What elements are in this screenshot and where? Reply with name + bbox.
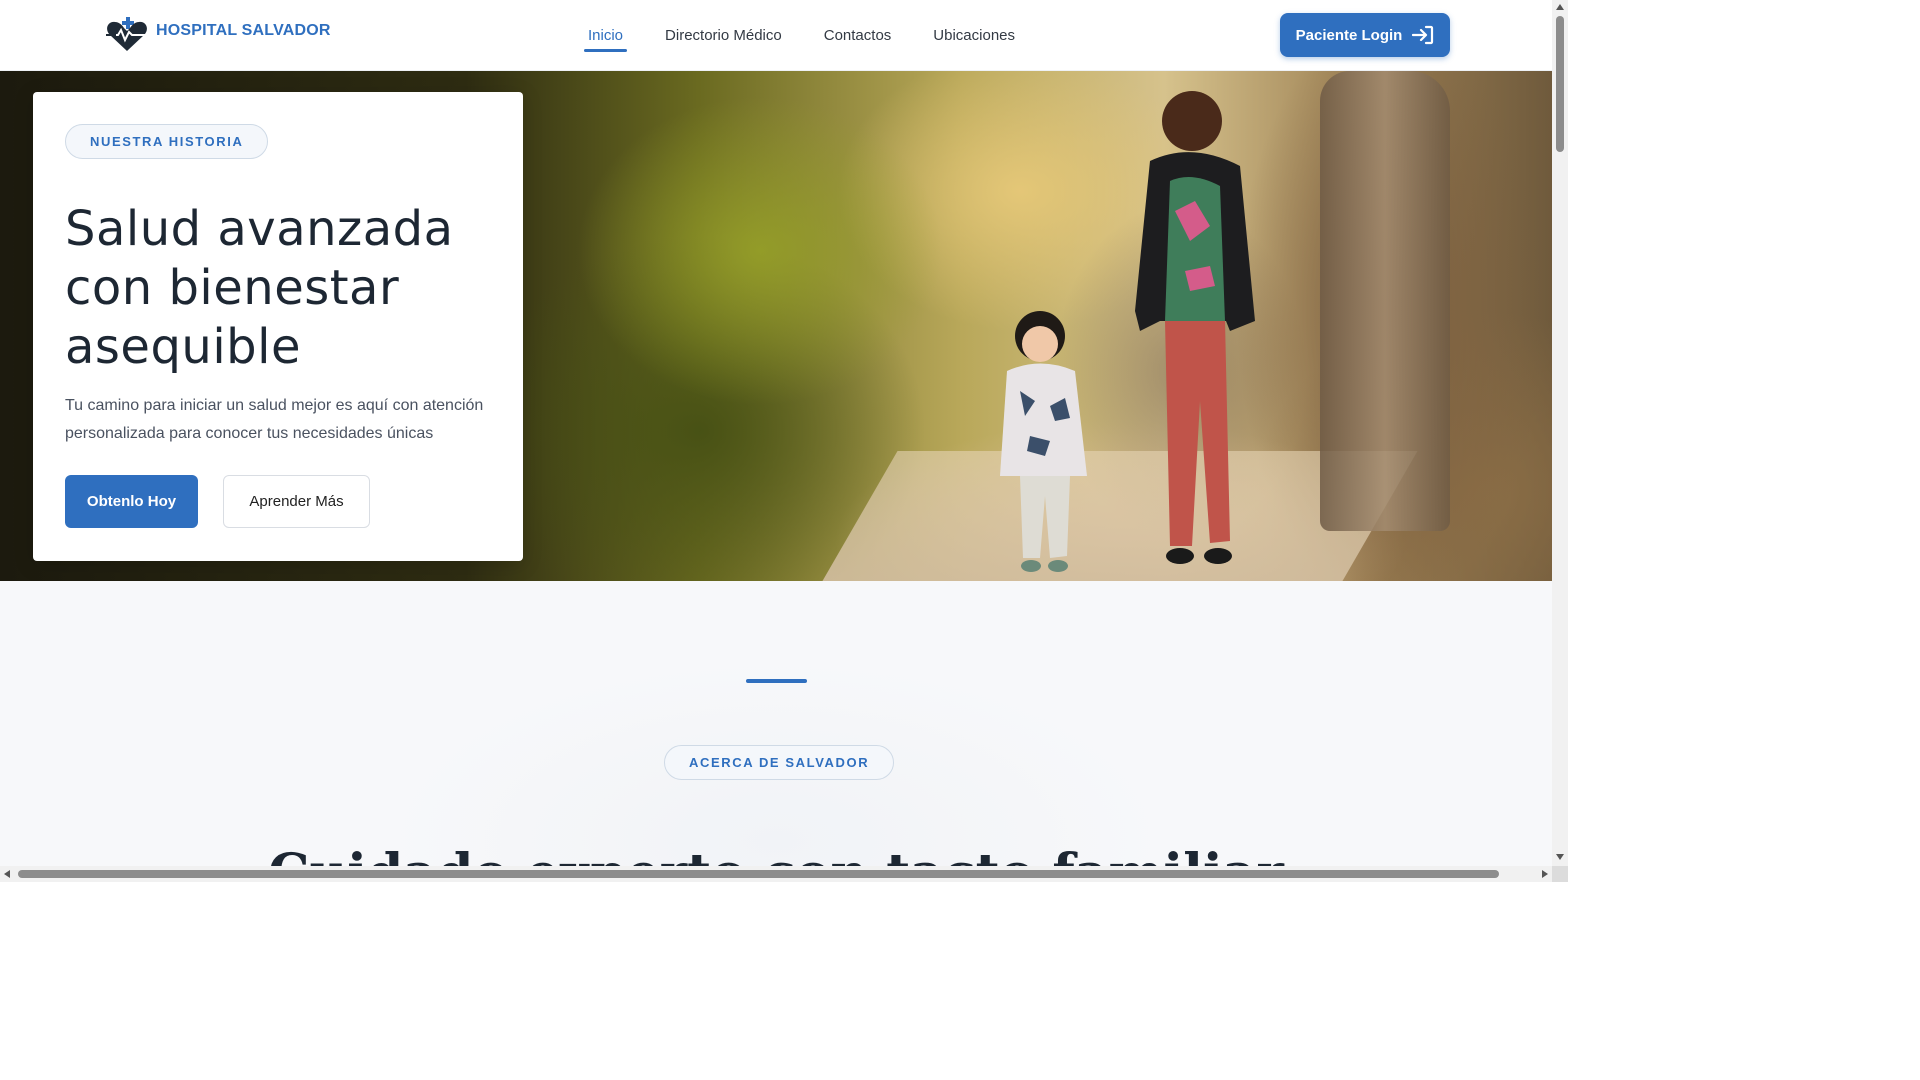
hero-title: Salud avanzada con bienestar asequible: [65, 201, 454, 375]
nav-item-contactos[interactable]: Contactos: [822, 21, 894, 50]
hero-description: Tu camino para iniciar un salud mejor es…: [65, 397, 484, 442]
hero-card: NUESTRA HISTORIA Salud avanzada con bien…: [33, 92, 523, 561]
section-divider: [746, 679, 807, 683]
about-badge: ACERCA DE SALVADOR: [664, 745, 895, 780]
horizontal-scrollbar[interactable]: [0, 866, 1552, 882]
hospital-logo[interactable]: HOSPITAL SALVADOR: [104, 13, 331, 53]
hero-badge: NUESTRA HISTORIA: [65, 124, 269, 159]
scroll-up-arrow-icon[interactable]: [1556, 4, 1564, 10]
about-heading: Cuidado experto con tacto familiar: [0, 843, 1552, 866]
login-button-label: Paciente Login: [1295, 26, 1403, 44]
nav-item-ubicaciones[interactable]: Ubicaciones: [931, 21, 1017, 50]
logo-text: HOSPITAL SALVADOR: [156, 22, 331, 39]
sign-in-arrow-icon: [1412, 25, 1434, 45]
hero-photo-child: [1000, 311, 1087, 572]
about-section: ACERCA DE SALVADOR Cuidado experto con t…: [0, 581, 1552, 866]
horizontal-scrollbar-thumb[interactable]: [18, 870, 1499, 878]
learn-more-button[interactable]: Aprender Más: [223, 475, 370, 528]
hospital-heart-cross-icon: [106, 17, 148, 51]
main-nav: Inicio Directorio Médico Contactos Ubica…: [583, 0, 1017, 71]
site-header: HOSPITAL SALVADOR Inicio Directorio Médi…: [0, 0, 1552, 71]
scroll-left-arrow-icon[interactable]: [4, 870, 10, 878]
patient-login-button[interactable]: Paciente Login: [1280, 13, 1450, 57]
nav-item-directorio-medico[interactable]: Directorio Médico: [663, 21, 784, 50]
nav-item-inicio[interactable]: Inicio: [583, 21, 628, 52]
vertical-scrollbar-thumb[interactable]: [1556, 16, 1564, 152]
hero-photo-tree-trunk: [1320, 71, 1450, 531]
hero-photo-woman: [1135, 91, 1255, 564]
get-it-today-button[interactable]: Obtenlo Hoy: [65, 475, 198, 528]
scroll-right-arrow-icon[interactable]: [1542, 870, 1548, 878]
scroll-down-arrow-icon[interactable]: [1556, 854, 1564, 860]
vertical-scrollbar[interactable]: [1552, 0, 1568, 866]
scrollbar-corner: [1552, 866, 1568, 882]
